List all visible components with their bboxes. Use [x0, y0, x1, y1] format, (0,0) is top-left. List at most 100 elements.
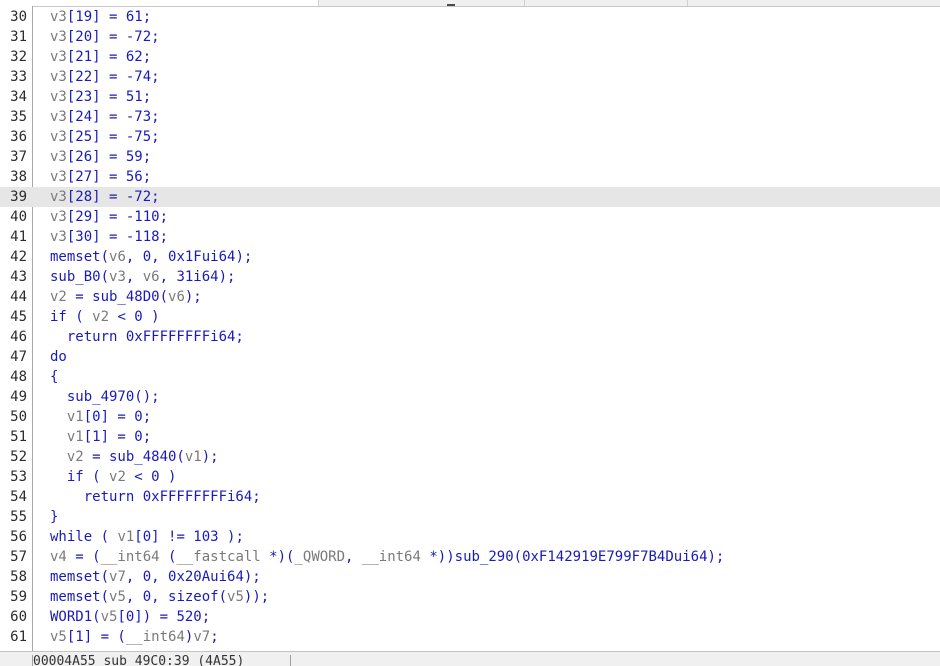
code-line[interactable]: 41 v3[30] = -118; [0, 227, 940, 247]
code-text[interactable]: WORD1(v5[0]) = 520; [50, 607, 210, 627]
identifier-token[interactable]: v3 [50, 149, 67, 165]
tab-2[interactable] [319, 0, 525, 6]
code-line[interactable]: 35 v3[24] = -73; [0, 107, 940, 127]
identifier-token[interactable]: v3 [50, 229, 67, 245]
code-line[interactable]: 58 memset(v7, 0, 0x20Aui64); [0, 567, 940, 587]
code-line[interactable]: 52 v2 = sub_4840(v1); [0, 447, 940, 467]
identifier-token[interactable]: v3 [50, 189, 67, 205]
identifier-token[interactable]: v7 [109, 569, 126, 585]
identifier-token[interactable]: v3 [50, 29, 67, 45]
identifier-token[interactable]: __int64 [362, 549, 421, 565]
tab-3[interactable] [525, 0, 688, 6]
code-text[interactable]: v3[29] = -110; [50, 207, 168, 227]
code-text[interactable]: v3[24] = -73; [50, 107, 160, 127]
code-line[interactable]: 46 return 0xFFFFFFFFi64; [0, 327, 940, 347]
code-line[interactable]: 30 v3[19] = 61; [0, 7, 940, 27]
identifier-token[interactable]: v1 [117, 529, 134, 545]
code-line[interactable]: 36 v3[25] = -75; [0, 127, 940, 147]
code-line[interactable]: 48 { [0, 367, 940, 387]
identifier-token[interactable]: v4 [50, 549, 67, 565]
code-text[interactable]: sub_4970(); [50, 387, 160, 407]
code-line[interactable]: 60 WORD1(v5[0]) = 520; [0, 607, 940, 627]
code-text[interactable]: v3[27] = 56; [50, 167, 151, 187]
code-line[interactable]: 59 memset(v5, 0, sizeof(v5)); [0, 587, 940, 607]
code-text[interactable]: do [50, 347, 67, 367]
code-text[interactable]: if ( v2 < 0 ) [50, 467, 177, 487]
code-text[interactable]: return 0xFFFFFFFFi64; [50, 327, 244, 347]
code-line[interactable]: 38 v3[27] = 56; [0, 167, 940, 187]
code-text[interactable]: v2 = sub_48D0(v6); [50, 287, 202, 307]
code-line[interactable]: 42 memset(v6, 0, 0x1Fui64); [0, 247, 940, 267]
code-text[interactable]: v3[25] = -75; [50, 127, 160, 147]
code-line[interactable]: 44 v2 = sub_48D0(v6); [0, 287, 940, 307]
code-line[interactable]: 33 v3[22] = -74; [0, 67, 940, 87]
code-text[interactable]: } [50, 507, 58, 527]
code-line[interactable]: 51 v1[1] = 0; [0, 427, 940, 447]
code-text[interactable]: v3[28] = -72; [50, 187, 160, 207]
code-text[interactable]: { [50, 367, 58, 387]
code-text[interactable]: sub_B0(v3, v6, 31i64); [50, 267, 235, 287]
code-text[interactable]: return 0xFFFFFFFFi64; [50, 487, 261, 507]
identifier-token[interactable]: v3 [50, 209, 67, 225]
identifier-token[interactable]: __fastcall [176, 549, 260, 565]
identifier-token[interactable]: v6 [143, 269, 160, 285]
identifier-token[interactable]: v3 [50, 9, 67, 25]
identifier-token[interactable]: v3 [50, 129, 67, 145]
code-line[interactable]: 57 v4 = (__int64 (__fastcall *)(_QWORD, _… [0, 547, 940, 567]
code-text[interactable]: v3[26] = 59; [50, 147, 151, 167]
code-text[interactable]: memset(v6, 0, 0x1Fui64); [50, 247, 252, 267]
code-text[interactable]: v5[1] = (__int64)v7; [50, 627, 219, 647]
code-line[interactable]: 43 sub_B0(v3, v6, 31i64); [0, 267, 940, 287]
code-line[interactable]: 54 return 0xFFFFFFFFi64; [0, 487, 940, 507]
code-text[interactable]: v3[23] = 51; [50, 87, 151, 107]
identifier-token[interactable]: v1 [67, 429, 84, 445]
identifier-token[interactable]: v3 [50, 49, 67, 65]
code-text[interactable]: while ( v1[0] != 103 ); [50, 527, 244, 547]
code-text[interactable]: v3[19] = 61; [50, 7, 151, 27]
identifier-token[interactable]: v3 [50, 169, 67, 185]
code-text[interactable]: v1[1] = 0; [50, 427, 151, 447]
code-text[interactable]: v2 = sub_4840(v1); [50, 447, 219, 467]
identifier-token[interactable]: __int64 [101, 549, 160, 565]
identifier-token[interactable]: __int64 [126, 629, 185, 645]
code-line[interactable]: 61 v5[1] = (__int64)v7; [0, 627, 940, 647]
code-text[interactable]: v3[21] = 62; [50, 47, 151, 67]
identifier-token[interactable]: v2 [67, 449, 84, 465]
code-line[interactable]: 53 if ( v2 < 0 ) [0, 467, 940, 487]
code-text[interactable]: v3[30] = -118; [50, 227, 168, 247]
identifier-token[interactable]: v5 [109, 589, 126, 605]
code-line[interactable]: 31 v3[20] = -72; [0, 27, 940, 47]
identifier-token[interactable]: v1 [185, 449, 202, 465]
identifier-token[interactable]: v3 [50, 89, 67, 105]
code-line[interactable]: 39 v3[28] = -72; [0, 187, 940, 207]
code-text[interactable]: v3[22] = -74; [50, 67, 160, 87]
identifier-token[interactable]: v2 [109, 469, 126, 485]
identifier-token[interactable]: v5 [227, 589, 244, 605]
tab-pseudocode[interactable] [0, 0, 319, 6]
identifier-token[interactable]: v5 [50, 629, 67, 645]
code-text[interactable]: v4 = (__int64 (__fastcall *)(_QWORD, __i… [50, 547, 724, 567]
identifier-token[interactable]: v7 [193, 629, 210, 645]
code-line[interactable]: 56 while ( v1[0] != 103 ); [0, 527, 940, 547]
code-text[interactable]: v3[20] = -72; [50, 27, 160, 47]
identifier-token[interactable]: v2 [50, 289, 67, 305]
code-line[interactable]: 34 v3[23] = 51; [0, 87, 940, 107]
tab-close-icon[interactable] [447, 4, 455, 6]
tab-4[interactable] [688, 0, 940, 6]
code-line[interactable]: 40 v3[29] = -110; [0, 207, 940, 227]
code-line[interactable]: 49 sub_4970(); [0, 387, 940, 407]
identifier-token[interactable]: v2 [92, 309, 109, 325]
code-line[interactable]: 50 v1[0] = 0; [0, 407, 940, 427]
code-line[interactable]: 55} [0, 507, 940, 527]
code-line[interactable]: 45 if ( v2 < 0 ) [0, 307, 940, 327]
code-text[interactable]: if ( v2 < 0 ) [50, 307, 160, 327]
identifier-token[interactable]: v1 [67, 409, 84, 425]
code-line[interactable]: 47 do [0, 347, 940, 367]
code-text[interactable]: memset(v7, 0, 0x20Aui64); [50, 567, 261, 587]
pseudocode-editor[interactable]: 30 v3[19] = 61; 31 v3[20] = -72; 32 v3[21] = … [0, 7, 940, 647]
identifier-token[interactable]: v5 [101, 609, 118, 625]
identifier-token[interactable]: v6 [168, 289, 185, 305]
identifier-token[interactable]: v6 [109, 249, 126, 265]
identifier-token[interactable]: _QWORD [294, 549, 345, 565]
code-line[interactable]: 37 v3[26] = 59; [0, 147, 940, 167]
